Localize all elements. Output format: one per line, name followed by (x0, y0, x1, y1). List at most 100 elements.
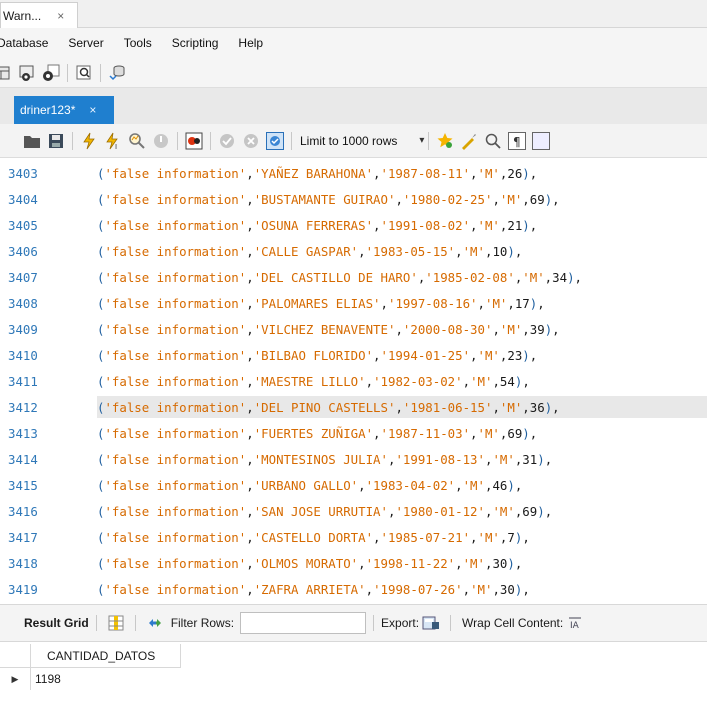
chevron-down-icon[interactable]: ▾ (419, 135, 424, 146)
save-icon[interactable] (47, 132, 65, 150)
result-grid-label[interactable]: Result Grid (24, 616, 89, 630)
code-punctuation: , (455, 477, 463, 493)
create-procedure-icon[interactable] (42, 64, 60, 82)
code-punctuation: , (358, 555, 366, 571)
menu-server[interactable]: Server (58, 36, 113, 50)
sql-editor[interactable]: 3403('false information', 'YAÑEZ BARAHONA… (0, 158, 707, 604)
menu-tools[interactable]: Tools (114, 36, 162, 50)
window-tab-close-icon[interactable]: × (57, 9, 64, 23)
wrap-lines-icon[interactable] (532, 131, 551, 150)
code-punctuation: ) (514, 529, 523, 545)
toolbar-separator (72, 131, 73, 150)
code-line[interactable]: 3411('false information', 'MAESTRE LILLO'… (0, 368, 707, 394)
code-token-date: '1998-07-26' (373, 581, 463, 597)
code-line[interactable]: 3408('false information', 'PALOMARES ELIA… (0, 290, 707, 316)
refresh-icon[interactable] (146, 614, 164, 632)
code-line[interactable]: 3410('false information', 'BILBAO FLORIDO… (0, 342, 707, 368)
code-line[interactable]: 3406('false information', 'CALLE GASPAR',… (0, 238, 707, 264)
wrap-cell-content-label: Wrap Cell Content: (462, 616, 564, 630)
execute-icon[interactable] (80, 132, 98, 150)
code-punctuation: , (492, 373, 500, 389)
code-punctuation: ( (97, 347, 105, 363)
code-token-date: '1985-07-21' (380, 529, 471, 545)
cell-cantidad-datos[interactable]: 1198 (31, 668, 181, 690)
code-token-sex: 'M' (492, 451, 515, 467)
code-token-sex: 'M' (477, 217, 500, 233)
create-table-icon[interactable] (0, 64, 12, 82)
code-token-date: '1997-08-16' (387, 295, 478, 311)
code-line[interactable]: 3417('false information', 'CASTELLO DORTA… (0, 524, 707, 550)
code-token-date: '1987-11-03' (380, 425, 471, 441)
autocommit-icon[interactable] (266, 131, 284, 150)
menu-help[interactable]: Help (228, 36, 273, 50)
search-table-icon[interactable] (75, 64, 93, 82)
code-line[interactable]: 3416('false information', 'SAN JOSE URRUT… (0, 498, 707, 524)
window-tab[interactable]: Warn... × (0, 2, 78, 28)
code-token-info: 'false information' (104, 477, 247, 493)
code-punctuation: , (522, 373, 530, 389)
filter-rows-input[interactable] (240, 612, 367, 634)
grid-view-icon[interactable] (107, 614, 125, 632)
invisible-chars-icon[interactable]: ¶ (508, 131, 527, 150)
code-token-num: 30 (492, 555, 508, 571)
code-text: ('false information', 'DEL PINO CASTELLS'… (97, 396, 707, 418)
bookmark-star-icon[interactable] (436, 132, 454, 150)
code-token-sex: 'M' (499, 399, 523, 415)
code-token-num: 30 (499, 581, 515, 597)
code-line[interactable]: 3412('false information', 'DEL PINO CASTE… (0, 394, 707, 420)
tab-driner123[interactable]: driner123* × (14, 96, 114, 124)
wrap-cell-icon[interactable]: IA (566, 614, 584, 632)
toggle-error-icon[interactable] (185, 132, 203, 150)
code-text: ('false information', 'VILCHEZ BENAVENTE'… (97, 318, 707, 340)
code-punctuation: ) (544, 321, 553, 337)
execute-current-icon[interactable]: I (104, 132, 122, 150)
explain-icon[interactable] (128, 132, 146, 150)
window-tab-label: Warn... (3, 8, 42, 23)
create-view-icon[interactable] (18, 64, 36, 82)
beautify-icon[interactable] (460, 132, 478, 150)
code-line[interactable]: 3415('false information', 'URBANO GALLO',… (0, 472, 707, 498)
export-label: Export: (381, 616, 420, 630)
code-punctuation: , (246, 321, 254, 337)
open-file-icon[interactable] (23, 132, 41, 150)
svg-text:I: I (115, 143, 117, 150)
table-row[interactable]: ▶ 1198 (0, 668, 181, 690)
code-line[interactable]: 3414('false information', 'MONTESINOS JUL… (0, 446, 707, 472)
rollback-icon[interactable] (242, 132, 260, 150)
menu-scripting[interactable]: Scripting (162, 36, 229, 50)
svg-text:¶: ¶ (513, 135, 521, 149)
code-punctuation: , (499, 529, 508, 545)
editor-tab-close-icon[interactable]: × (89, 103, 96, 117)
code-line[interactable]: 3419('false information', 'ZAFRA ARRIETA'… (0, 576, 707, 602)
code-line[interactable]: 3418('false information', 'OLMOS MORATO',… (0, 550, 707, 576)
code-token-num: 10 (492, 243, 508, 259)
code-token-num: 39 (529, 321, 545, 337)
code-line[interactable]: 3413('false information', 'FUERTES ZUÑIGA… (0, 420, 707, 446)
code-line[interactable]: 3407('false information', 'DEL CASTILLO D… (0, 264, 707, 290)
export-icon[interactable] (422, 614, 440, 632)
stop-icon[interactable] (152, 132, 170, 150)
limit-rows-select[interactable]: Limit to 1000 rows ▾ (300, 134, 424, 148)
column-header-cantidad-datos[interactable]: CANTIDAD_DATOS (31, 644, 181, 668)
code-line[interactable]: 3404('false information', 'BUSTAMANTE GUI… (0, 186, 707, 212)
code-punctuation: , (552, 321, 560, 337)
code-punctuation: , (470, 165, 478, 181)
code-token-sex: 'M' (470, 581, 493, 597)
code-punctuation: , (552, 399, 560, 415)
menu-database[interactable]: Database (0, 36, 58, 50)
commit-icon[interactable] (218, 132, 236, 150)
code-line[interactable]: 3409('false information', 'VILCHEZ BENAVE… (0, 316, 707, 342)
code-text: ('false information', 'CALLE GASPAR', '198… (97, 240, 707, 262)
reconnect-icon[interactable] (108, 64, 126, 82)
code-punctuation: ( (97, 477, 105, 493)
code-token-num: 69 (507, 425, 523, 441)
code-line[interactable]: 3403('false information', 'YAÑEZ BARAHONA… (0, 160, 707, 186)
find-icon[interactable] (484, 132, 502, 150)
code-token-sex: 'M' (477, 165, 500, 181)
code-punctuation: , (492, 399, 500, 415)
code-token-name: 'CALLE GASPAR' (253, 243, 359, 259)
code-punctuation: ( (97, 503, 105, 519)
code-line[interactable]: 3405('false information', 'OSUNA FERRERAS… (0, 212, 707, 238)
code-punctuation: , (373, 529, 381, 545)
code-punctuation: , (246, 295, 254, 311)
